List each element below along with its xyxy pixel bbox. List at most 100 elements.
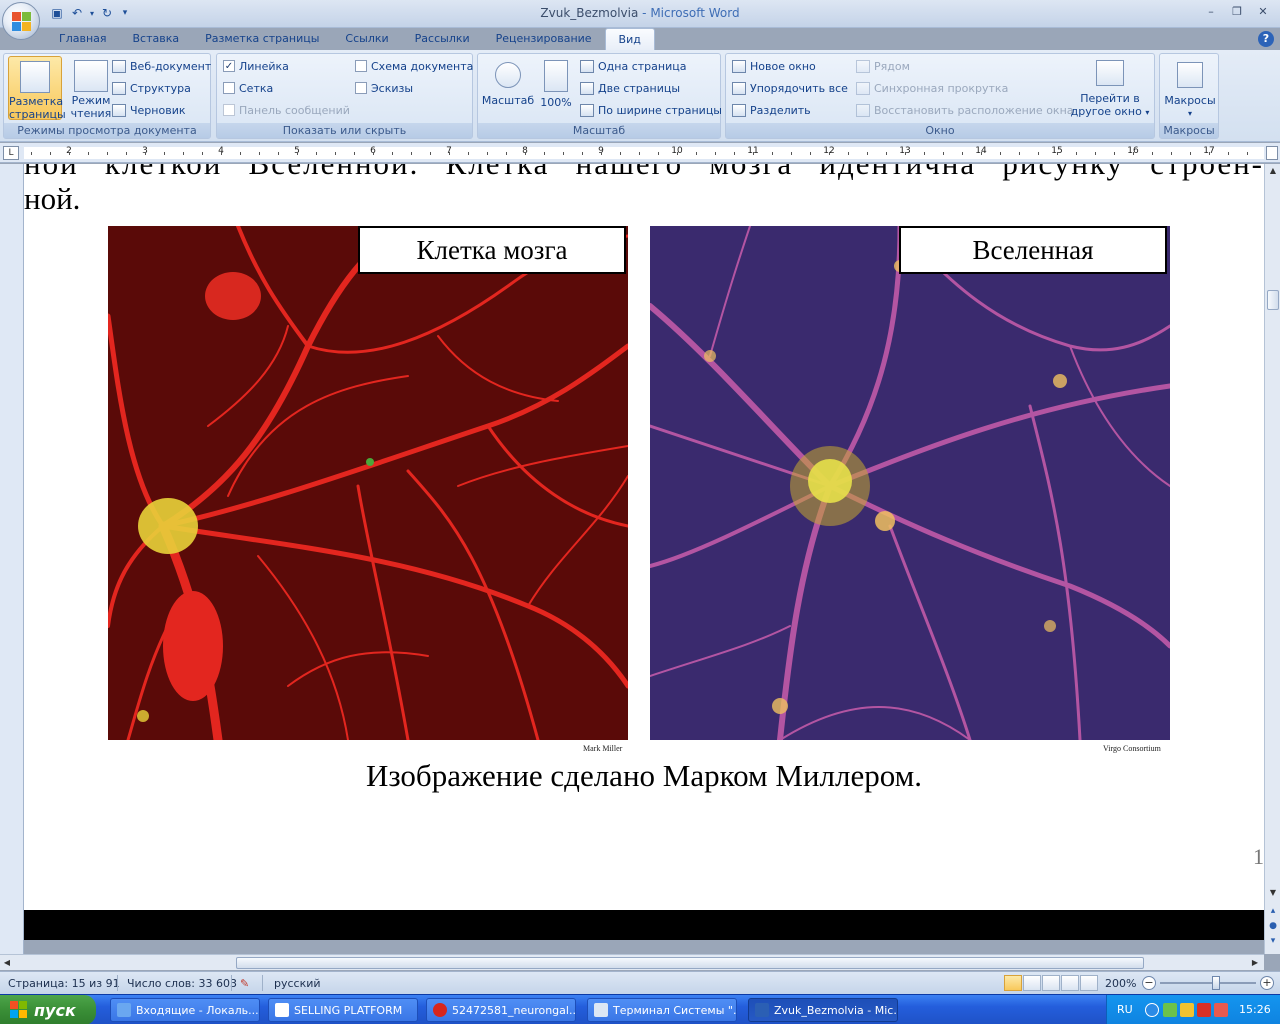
- page-count[interactable]: Страница: 15 из 91: [8, 977, 120, 990]
- ruler-checkbox[interactable]: ✓ Линейка: [223, 56, 289, 76]
- page-width-button[interactable]: По ширине страницы: [580, 100, 722, 120]
- ruler-tick: [639, 152, 640, 155]
- zoom-level[interactable]: 200%: [1105, 977, 1136, 990]
- reading-label-2: чтения: [70, 107, 112, 120]
- office-button[interactable]: [2, 2, 40, 40]
- ruler-tick: [164, 152, 165, 155]
- tab-mailings[interactable]: Рассылки: [402, 28, 483, 50]
- zoom-slider-knob[interactable]: [1212, 976, 1220, 990]
- ruler-tick: [1076, 152, 1077, 155]
- scroll-down-arrow-icon[interactable]: ▼: [1265, 886, 1280, 900]
- spelling-check-icon[interactable]: ✎: [240, 977, 249, 990]
- word-count[interactable]: Число слов: 33 603: [127, 977, 237, 990]
- web-layout-icon: [112, 59, 126, 73]
- reading-icon: [74, 60, 108, 92]
- previous-page-icon[interactable]: ▴: [1265, 906, 1280, 920]
- tray-app-icon[interactable]: [1214, 1003, 1228, 1017]
- page-gap: [24, 910, 1264, 940]
- scroll-right-arrow-icon[interactable]: ▶: [1248, 955, 1262, 971]
- tab-page-layout[interactable]: Разметка страницы: [192, 28, 332, 50]
- tab-insert[interactable]: Вставка: [120, 28, 193, 50]
- ruler-tick: [373, 152, 374, 155]
- taskbar-item-browser[interactable]: 52472581_neurongal...: [426, 998, 576, 1022]
- new-window-button[interactable]: Новое окно: [732, 56, 816, 76]
- tab-home[interactable]: Главная: [46, 28, 120, 50]
- taskbar-item-inbox[interactable]: Входящие - Локаль...: [110, 998, 260, 1022]
- app-window-icon: [275, 1003, 289, 1017]
- scroll-left-arrow-icon[interactable]: ◀: [0, 955, 14, 971]
- new-window-icon: [732, 59, 746, 73]
- security-icon[interactable]: [1180, 1003, 1194, 1017]
- taskbar-item-label: Терминал Системы "...: [613, 1003, 737, 1017]
- zoom-in-icon[interactable]: +: [1260, 976, 1274, 990]
- vertical-scrollbar[interactable]: ▲ ▼ ▴ ● ▾: [1264, 164, 1280, 954]
- ruler-tick: [544, 152, 545, 155]
- reading-view-icon[interactable]: [1023, 975, 1041, 991]
- ruler-tick: [88, 152, 89, 155]
- gridlines-checkbox[interactable]: Сетка: [223, 78, 273, 98]
- taskbar-item-label: Входящие - Локаль...: [136, 1003, 259, 1017]
- two-pages-button[interactable]: Две страницы: [580, 78, 680, 98]
- web-layout-button[interactable]: Веб-документ: [112, 56, 211, 76]
- tab-review[interactable]: Рецензирование: [483, 28, 605, 50]
- language-indicator[interactable]: русский: [274, 977, 321, 990]
- reset-window-position-button: Восстановить расположение окна: [856, 100, 1074, 120]
- taskbar-item-selling-platform[interactable]: SELLING PLATFORM: [268, 998, 418, 1022]
- restore-button[interactable]: ❐: [1226, 4, 1248, 20]
- ruler-tick: [183, 152, 184, 155]
- full-screen-reading-button[interactable]: Режим чтения: [64, 56, 118, 120]
- print-layout-button[interactable]: Разметка страницы: [8, 56, 66, 121]
- taskbar-item-label: 52472581_neurongal...: [452, 1003, 576, 1017]
- help-icon[interactable]: ?: [1258, 31, 1274, 47]
- view-ruler-icon[interactable]: [1266, 146, 1278, 160]
- ruler-tick: [525, 152, 526, 155]
- horizontal-scrollbar[interactable]: ◀ ▶: [0, 954, 1264, 970]
- print-layout-view-icon[interactable]: [1004, 975, 1022, 991]
- start-button[interactable]: пуск: [0, 995, 96, 1024]
- taskbar-item-terminal[interactable]: Терминал Системы "...: [587, 998, 737, 1022]
- draft-button[interactable]: Черновик: [112, 100, 186, 120]
- thumbnails-checkbox[interactable]: Эскизы: [355, 78, 413, 98]
- network-icon[interactable]: [1163, 1003, 1177, 1017]
- thumbnails-label: Эскизы: [371, 81, 414, 95]
- draft-view-icon[interactable]: [1080, 975, 1098, 991]
- tab-view[interactable]: Вид: [604, 28, 655, 50]
- ruler-tick: [1228, 152, 1229, 155]
- select-browse-object-icon[interactable]: ●: [1265, 921, 1280, 935]
- ruler-tick: [791, 152, 792, 155]
- next-page-icon[interactable]: ▾: [1265, 936, 1280, 950]
- zoom-slider-track[interactable]: [1160, 982, 1256, 984]
- arrange-all-button[interactable]: Упорядочить все: [732, 78, 848, 98]
- horizontal-scroll-thumb[interactable]: [236, 957, 1144, 969]
- language-indicator-tray[interactable]: RU: [1117, 1003, 1133, 1016]
- document-page[interactable]: ной клеткой Вселенной. Клетка нашего моз…: [24, 164, 1264, 910]
- document-map-checkbox[interactable]: Схема документа: [355, 56, 473, 76]
- ruler-tick: [1133, 152, 1134, 155]
- sync-scroll-button: Синхронная прокрутка: [856, 78, 1008, 98]
- tab-references[interactable]: Ссылки: [332, 28, 401, 50]
- web-view-icon[interactable]: [1042, 975, 1060, 991]
- close-button[interactable]: ✕: [1252, 4, 1274, 20]
- zoom-button[interactable]: Масштаб: [480, 56, 536, 120]
- scroll-up-arrow-icon[interactable]: ▲: [1265, 164, 1280, 178]
- vertical-scroll-thumb[interactable]: [1267, 290, 1279, 310]
- zoom-out-icon[interactable]: −: [1142, 976, 1156, 990]
- tab-selector[interactable]: L: [3, 146, 19, 160]
- macros-button[interactable]: Макросы ▾: [1162, 56, 1218, 120]
- split-button[interactable]: Разделить: [732, 100, 811, 120]
- antivirus-icon[interactable]: [1197, 1003, 1211, 1017]
- clock[interactable]: 15:26: [1239, 1003, 1271, 1016]
- outline-button[interactable]: Структура: [112, 78, 191, 98]
- switch-windows-button[interactable]: Перейти в другое окно ▾: [1070, 56, 1150, 120]
- horizontal-ruler[interactable]: L 2 3 4 5 6 7 8 9 10 11 12 13 14 15 16 17: [0, 143, 1280, 163]
- taskbar: пуск Входящие - Локаль... SELLING PLATFO…: [0, 994, 1280, 1024]
- one-page-button[interactable]: Одна страница: [580, 56, 686, 76]
- zoom-100-button[interactable]: 100%: [536, 56, 576, 120]
- taskbar-item-word[interactable]: Zvuk_Bezmolvia - Mic...: [748, 998, 898, 1022]
- chevron-down-icon: ▾: [1187, 109, 1192, 118]
- outline-view-icon[interactable]: [1061, 975, 1079, 991]
- outline-label: Структура: [130, 81, 191, 95]
- minimize-button[interactable]: –: [1200, 4, 1222, 20]
- tray-arrow-icon[interactable]: [1145, 1003, 1159, 1017]
- taskbar-item-label: SELLING PLATFORM: [294, 1003, 403, 1017]
